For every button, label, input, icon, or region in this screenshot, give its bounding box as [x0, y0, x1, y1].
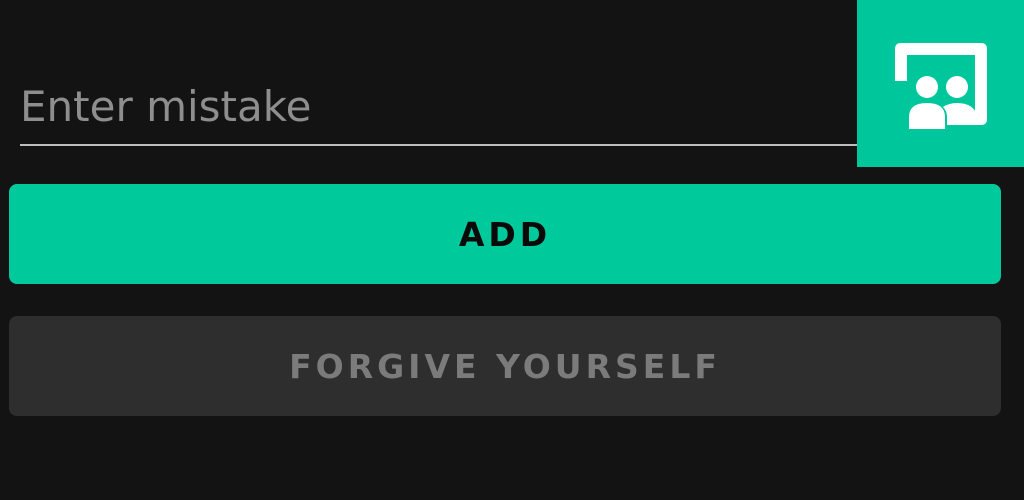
mistake-input[interactable] [20, 78, 880, 134]
add-button[interactable]: ADD [9, 184, 1001, 284]
corner-badge[interactable] [857, 0, 1024, 167]
forgive-yourself-button[interactable]: FORGIVE YOURSELF [9, 316, 1001, 416]
mistake-input-container [20, 72, 880, 146]
group-board-icon [885, 37, 997, 131]
